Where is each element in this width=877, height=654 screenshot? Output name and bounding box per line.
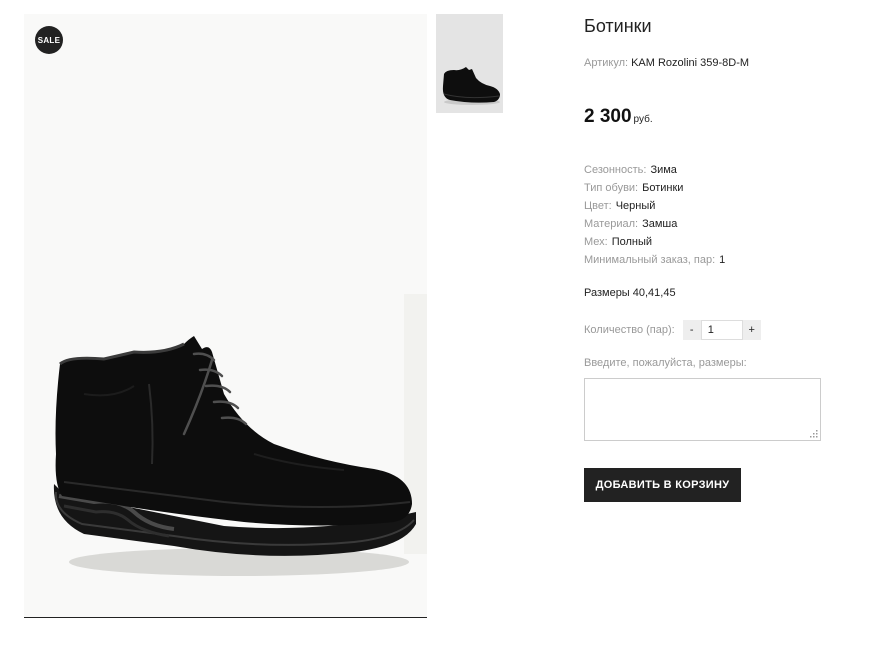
add-to-cart-button[interactable]: ДОБАВИТЬ В КОРЗИНУ bbox=[584, 468, 741, 502]
resize-grip-icon[interactable] bbox=[810, 430, 818, 438]
property-label: Тип обуви: bbox=[584, 182, 639, 194]
property-value: Замша bbox=[642, 218, 678, 230]
quantity-decrease-button[interactable]: - bbox=[682, 320, 701, 340]
property-color: Цвет: Черный bbox=[584, 199, 725, 217]
property-shoe-type: Тип обуви: Ботинки bbox=[584, 181, 725, 199]
boot-illustration bbox=[53, 294, 427, 576]
property-label: Мех: bbox=[584, 236, 608, 248]
quantity-input[interactable] bbox=[700, 320, 743, 340]
available-sizes: Размеры 40,41,45 bbox=[584, 287, 676, 299]
quantity-label: Количество (пар): bbox=[584, 324, 675, 336]
price-currency: руб. bbox=[633, 114, 653, 125]
product-title: Ботинки bbox=[584, 16, 652, 36]
sizes-textarea[interactable] bbox=[584, 378, 821, 441]
property-min-order: Минимальный заказ, пар: 1 bbox=[584, 253, 725, 271]
sku-value: KAM Rozolini 359-8D-M bbox=[631, 57, 750, 69]
product-properties: Сезонность: Зима Тип обуви: Ботинки Цвет: Ч… bbox=[584, 163, 725, 271]
property-value: 1 bbox=[719, 254, 726, 266]
product-thumbnail[interactable] bbox=[436, 14, 503, 113]
property-label: Цвет: bbox=[584, 200, 612, 212]
property-value: Ботинки bbox=[642, 182, 684, 194]
property-label: Материал: bbox=[584, 218, 639, 230]
boot-thumbnail-illustration bbox=[442, 67, 500, 105]
property-value: Зима bbox=[650, 164, 677, 176]
product-sku: Артикул: KAM Rozolini 359-8D-M bbox=[584, 57, 749, 69]
property-material: Материал: Замша bbox=[584, 217, 725, 235]
sku-label: Артикул: bbox=[584, 57, 629, 69]
property-label: Сезонность: bbox=[584, 164, 647, 176]
property-fur: Мех: Полный bbox=[584, 235, 725, 253]
sizes-prompt-label: Введите, пожалуйста, размеры: bbox=[584, 357, 747, 369]
sale-badge: SALE bbox=[35, 26, 63, 54]
product-main-image[interactable] bbox=[24, 14, 427, 618]
quantity-increase-button[interactable]: + bbox=[742, 320, 761, 340]
property-value: Полный bbox=[611, 236, 653, 248]
property-value: Черный bbox=[615, 200, 656, 212]
property-label: Минимальный заказ, пар: bbox=[584, 254, 716, 266]
property-season: Сезонность: Зима bbox=[584, 163, 725, 181]
price-amount: 2 300 bbox=[584, 106, 632, 127]
product-price: 2 300 руб. bbox=[584, 106, 653, 128]
quantity-stepper: Количество (пар): - + bbox=[584, 320, 761, 340]
